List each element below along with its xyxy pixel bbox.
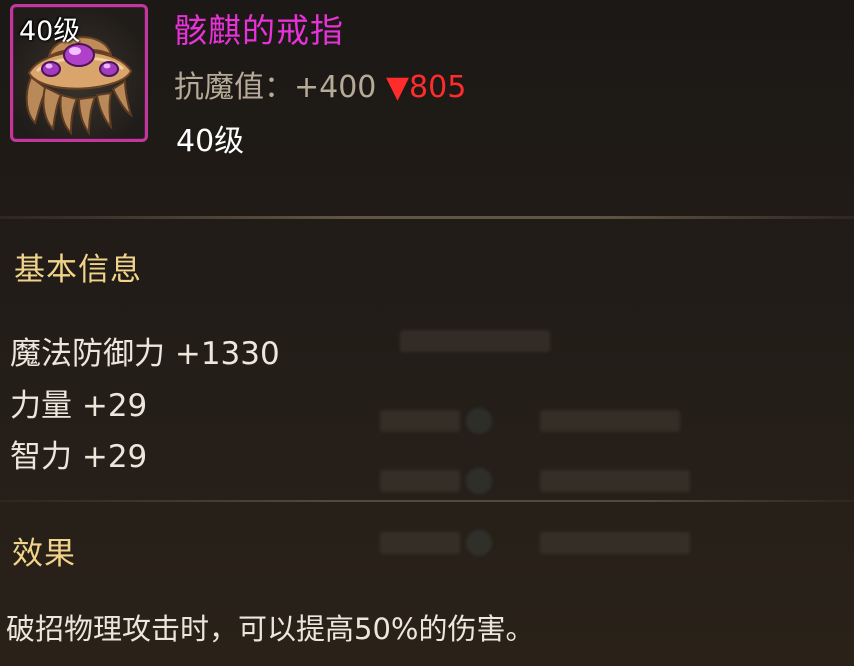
- ghost-bar: [380, 532, 460, 554]
- ghost-bar: [380, 410, 460, 432]
- ghost-bar: [540, 532, 690, 554]
- attribute-row: 力量 +29: [10, 388, 148, 424]
- ghost-dot: [466, 468, 492, 494]
- stat-delta-value: 805: [409, 70, 467, 105]
- item-tooltip: 40级 骸麒的戒指 抗魔值：+400 ▼805 40级 基本信息 魔法防御力 +…: [0, 0, 854, 666]
- stat-label: 抗魔值：+400: [174, 70, 377, 105]
- ghost-bar: [540, 470, 690, 492]
- effect-description: 破招物理攻击时，可以提高50%的伤害。: [6, 612, 535, 646]
- section-divider: [0, 500, 854, 502]
- background-ghost-panel: [380, 300, 800, 570]
- icon-level-label: 40级: [19, 16, 81, 47]
- ghost-dot: [466, 408, 492, 434]
- item-icon-frame[interactable]: 40级: [10, 4, 148, 142]
- basic-info-heading: 基本信息: [14, 252, 142, 288]
- down-arrow-icon: ▼: [385, 70, 410, 105]
- ghost-bar: [380, 470, 460, 492]
- effect-heading: 效果: [12, 536, 76, 572]
- defense-stat-line: 抗魔值：+400 ▼805: [174, 62, 466, 106]
- item-level: 40级: [176, 124, 245, 159]
- header-divider: [0, 216, 854, 219]
- attribute-row: 智力 +29: [10, 439, 148, 475]
- item-name: 骸麒的戒指: [174, 11, 344, 50]
- ghost-bar: [400, 330, 550, 352]
- stat-delta: ▼805: [386, 70, 466, 105]
- ghost-dot: [466, 530, 492, 556]
- attribute-row: 魔法防御力 +1330: [10, 336, 280, 372]
- ghost-bar: [540, 410, 680, 432]
